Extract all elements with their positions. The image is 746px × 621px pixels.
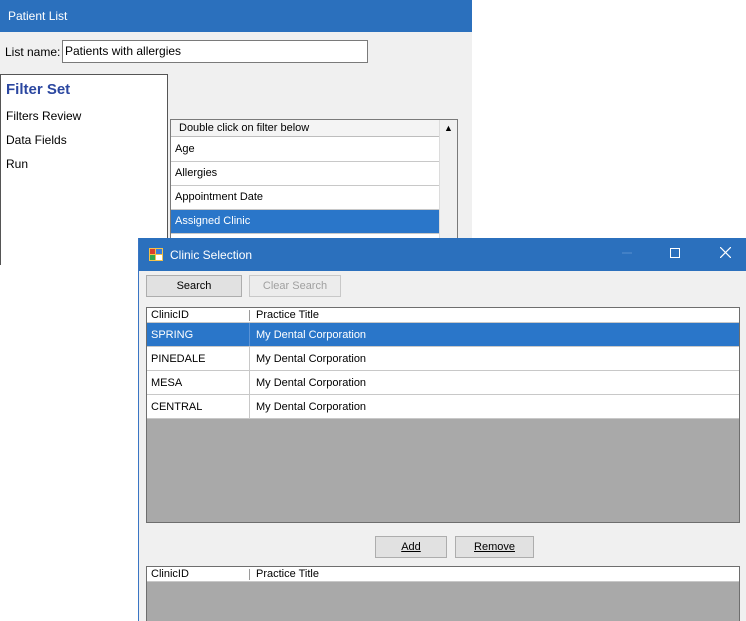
add-button-label: Add	[401, 541, 421, 553]
add-button[interactable]: Add	[375, 536, 447, 558]
clinic-selection-title-bar[interactable]: Clinic Selection	[139, 238, 746, 271]
filter-item-allergies[interactable]: Allergies	[171, 162, 439, 186]
cell-divider	[249, 371, 250, 394]
table-row[interactable]: PINEDALE My Dental Corporation	[147, 347, 739, 371]
filter-list-header: Double click on filter below	[171, 120, 439, 137]
filter-item-label: Allergies	[175, 167, 218, 179]
filter-set-panel: Filter Set Filters Review Data Fields Ru…	[0, 74, 168, 265]
search-button-label: Search	[176, 280, 212, 292]
cell-practice-title: My Dental Corporation	[256, 353, 367, 365]
cell-divider	[249, 323, 250, 346]
cell-practice-title: My Dental Corporation	[256, 329, 367, 341]
clinic-selection-dialog: Clinic Selection Search Clear Search Cli…	[138, 238, 746, 621]
app-icon	[149, 248, 163, 261]
grid-header: ClinicID Practice Title	[147, 308, 739, 323]
column-separator[interactable]	[249, 569, 250, 580]
cell-clinic-id: SPRING	[151, 329, 194, 341]
cell-divider	[249, 395, 250, 418]
scroll-up-arrow-icon[interactable]: ▲	[440, 120, 457, 137]
table-row[interactable]: SPRING My Dental Corporation	[147, 323, 739, 347]
close-icon	[719, 246, 731, 259]
nav-run[interactable]: Run	[6, 157, 28, 171]
table-row[interactable]: MESA My Dental Corporation	[147, 371, 739, 395]
nav-data-fields[interactable]: Data Fields	[6, 133, 67, 147]
list-name-label: List name:	[5, 45, 61, 59]
search-button[interactable]: Search	[146, 275, 242, 297]
column-header-clinic-id[interactable]: ClinicID	[151, 309, 189, 321]
close-button[interactable]	[715, 244, 735, 264]
minimize-button[interactable]	[617, 244, 637, 264]
nav-filters-review[interactable]: Filters Review	[6, 109, 81, 123]
filter-item-label: Age	[175, 143, 195, 155]
filter-item-label: Appointment Date	[175, 191, 264, 203]
minimize-icon	[622, 252, 632, 254]
clinic-selection-title: Clinic Selection	[170, 248, 253, 262]
maximize-icon	[670, 248, 680, 258]
cell-clinic-id: CENTRAL	[151, 401, 203, 413]
filter-item-assigned-clinic[interactable]: Assigned Clinic	[171, 210, 439, 234]
table-row[interactable]: CENTRAL My Dental Corporation	[147, 395, 739, 419]
cell-divider	[249, 347, 250, 370]
column-header-clinic-id[interactable]: ClinicID	[151, 568, 189, 580]
clear-search-button-label: Clear Search	[262, 280, 328, 292]
maximize-button[interactable]	[665, 244, 685, 264]
filter-set-title: Filter Set	[6, 81, 71, 98]
cell-practice-title: My Dental Corporation	[256, 377, 367, 389]
cell-practice-title: My Dental Corporation	[256, 401, 367, 413]
column-separator[interactable]	[249, 310, 250, 321]
column-header-practice-title[interactable]: Practice Title	[256, 309, 319, 321]
filter-item-age[interactable]: Age	[171, 138, 439, 162]
patient-list-title-bar[interactable]: Patient List	[0, 0, 472, 32]
cell-clinic-id: MESA	[151, 377, 183, 389]
column-header-practice-title[interactable]: Practice Title	[256, 568, 319, 580]
selected-clinics-grid[interactable]: ClinicID Practice Title	[146, 566, 740, 621]
remove-button[interactable]: Remove	[455, 536, 534, 558]
filter-item-appointment-date[interactable]: Appointment Date	[171, 186, 439, 210]
list-name-input[interactable]: Patients with allergies	[62, 40, 368, 63]
patient-list-title: Patient List	[8, 9, 68, 23]
cell-clinic-id: PINEDALE	[151, 353, 206, 365]
filter-item-label: Assigned Clinic	[175, 215, 251, 227]
grid-header: ClinicID Practice Title	[147, 567, 739, 582]
patient-list-window: Patient List List name: Patients with al…	[0, 0, 472, 265]
remove-button-label: Remove	[474, 541, 515, 553]
clear-search-button[interactable]: Clear Search	[249, 275, 341, 297]
filter-list-header-label: Double click on filter below	[179, 122, 310, 134]
available-clinics-grid[interactable]: ClinicID Practice Title SPRING My Dental…	[146, 307, 740, 523]
